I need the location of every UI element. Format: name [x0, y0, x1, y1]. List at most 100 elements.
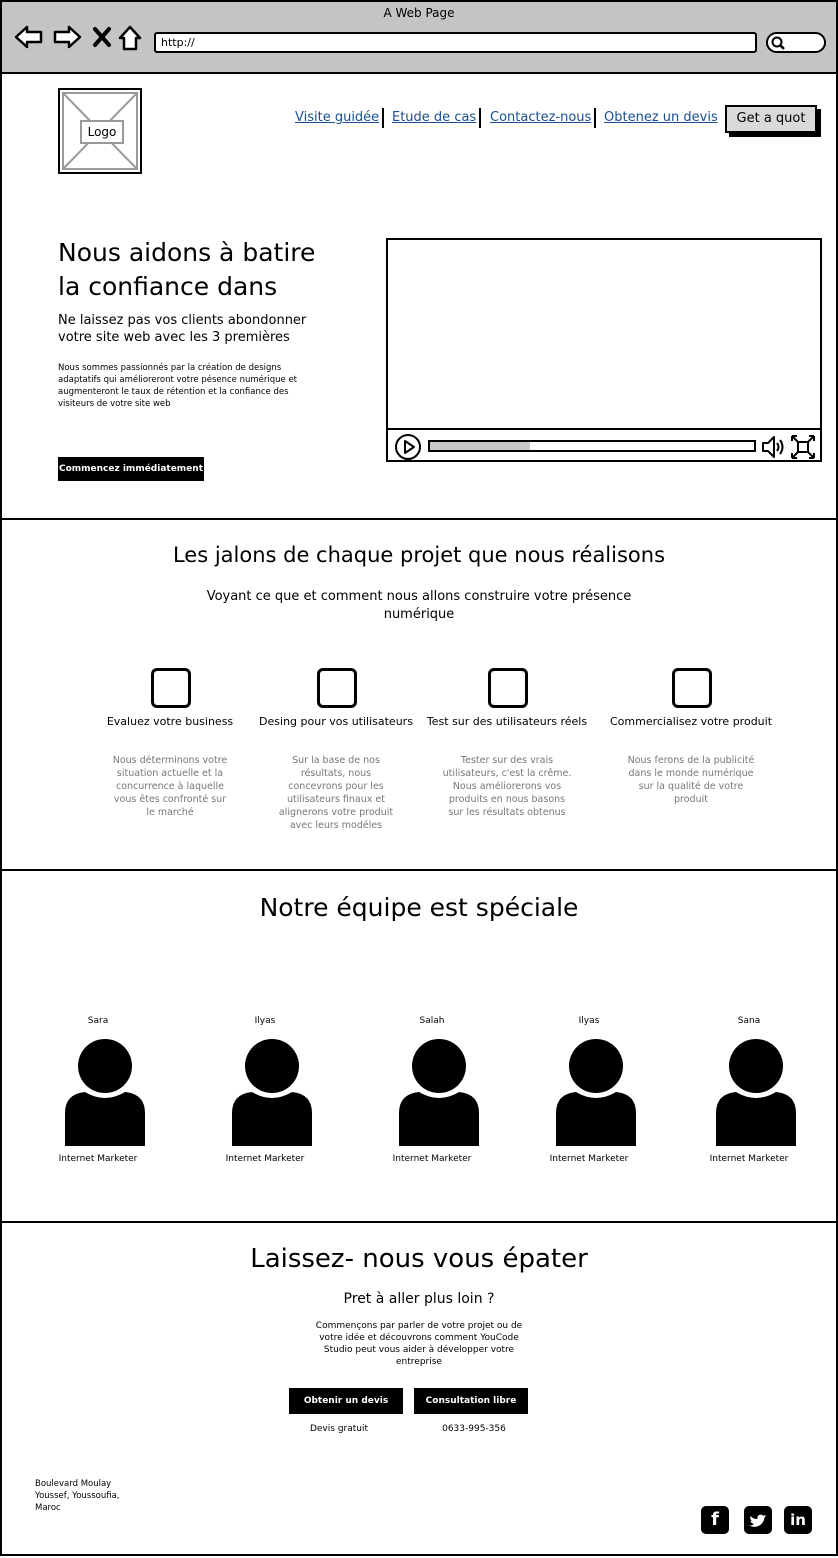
video-controls [388, 428, 820, 462]
team-member-name: Ilyas [254, 1016, 276, 1026]
free-quote-note: Devis gratuit [309, 1424, 369, 1434]
milestone-description-line: concurrence à laquelle [115, 781, 224, 792]
hero-description-line: adaptatifs qui amélioreront votre pésenc… [58, 375, 298, 385]
milestone-description-line: utilisateurs finaux et [287, 794, 385, 805]
milestone-checkbox[interactable] [151, 668, 191, 708]
milestone-description-line: vous êtes confronté sur [113, 794, 227, 805]
footer-address-line: Boulevard Moulay [35, 1479, 112, 1489]
forward-arrow-icon[interactable] [52, 24, 82, 55]
free-consultation-button[interactable]: Consultation libre [414, 1388, 528, 1414]
cta-description-line: Studio peut vous aider à développer votr… [323, 1345, 515, 1355]
user-avatar-icon [703, 1038, 809, 1152]
team-member-role: Internet Marketer [225, 1154, 305, 1164]
logo[interactable]: Logo [58, 88, 142, 174]
milestone-checkbox[interactable] [488, 668, 528, 708]
footer-address-line: Youssef, Youssoufia, [35, 1491, 120, 1501]
milestone-description-line: avec leurs modéles [289, 820, 383, 831]
play-icon[interactable] [394, 433, 422, 465]
team-title: Notre équipe est spéciale [259, 893, 579, 922]
milestone-description-line: sur la qualité de votre [638, 781, 744, 792]
milestone-title: Desing pour vos utilisateurs [259, 715, 413, 728]
hero-subtitle-line: Ne laissez pas vos clients abondonner [58, 313, 307, 328]
milestones-title: Les jalons de chaque projet que nous réa… [172, 543, 666, 567]
section-divider [0, 869, 838, 871]
team-member: Ilyas Internet Marketer [529, 1016, 649, 1164]
team-member: Sana Internet Marketer [689, 1016, 809, 1164]
cta-description-line: votre idée et découvrons comment YouCode [319, 1333, 519, 1343]
hero-title-line: la confiance dans [58, 272, 278, 301]
video-progress-fill [430, 442, 531, 450]
milestone-description-line: le marché [146, 807, 194, 818]
back-arrow-icon[interactable] [14, 24, 44, 55]
cta-description-line: entreprise [396, 1357, 442, 1367]
milestone-description-line: sur les résultats obtenus [448, 807, 566, 818]
milestones-subtitle-line: numérique [383, 607, 455, 622]
milestones-subtitle: Voyant ce que et comment nous allons con… [0, 588, 838, 624]
facebook-icon[interactable]: f [701, 1506, 729, 1534]
user-avatar-icon [386, 1038, 492, 1152]
url-input[interactable]: http:// [154, 32, 757, 53]
section-divider [0, 1221, 838, 1223]
team-member: Salah Internet Marketer [372, 1016, 492, 1164]
milestone-description-line: Nous déterminons votre [112, 755, 228, 766]
footer-address-line: Maroc [35, 1503, 61, 1513]
team-member-name: Sara [87, 1016, 109, 1026]
section-divider [0, 518, 838, 520]
nav-link-contactez-nous[interactable]: Contactez-nous [490, 110, 591, 125]
twitter-icon[interactable] [744, 1506, 772, 1534]
team-member-role: Internet Marketer [392, 1154, 472, 1164]
hero-description: Nous sommes passionnés par la création d… [58, 362, 328, 410]
milestone-checkbox[interactable] [317, 668, 357, 708]
user-avatar-icon [219, 1038, 325, 1152]
get-quote-button[interactable]: Obtenir un devis [289, 1388, 403, 1414]
hero-description-line: visiteurs de votre site web [58, 399, 171, 409]
hero-title: Nous aidons à batire la confiance dans [58, 236, 358, 304]
milestone-checkbox[interactable] [672, 668, 712, 708]
hero-title-line: Nous aidons à batire [58, 238, 316, 267]
video-player[interactable] [386, 238, 822, 462]
milestone-description-line: produit [674, 794, 708, 805]
hero-description-line: Nous sommes passionnés par la création d… [58, 363, 282, 373]
linkedin-icon[interactable]: in [784, 1506, 812, 1534]
milestone-description: Nous ferons de la publicité dans le mond… [606, 754, 776, 806]
team-member-name: Ilyas [578, 1016, 600, 1026]
volume-icon[interactable] [760, 434, 786, 464]
team-member-role: Internet Marketer [58, 1154, 138, 1164]
team-member-role: Internet Marketer [709, 1154, 789, 1164]
milestone-title: Commercialisez votre produit [609, 715, 773, 728]
hero-description-line: augmenteront le taux de rétention et la … [58, 387, 289, 397]
milestone-title: Test sur des utilisateurs réels [426, 715, 588, 728]
nav-separator [382, 108, 384, 128]
nav-link-visite-guidee[interactable]: Visite guidée [295, 110, 379, 125]
milestone-description-line: Sur la base de nos [292, 755, 380, 766]
hero-subtitle: Ne laissez pas vos clients abondonner vo… [58, 312, 338, 346]
nav-link-obtenez-un-devis[interactable]: Obtenez un devis [604, 110, 718, 125]
video-progress-bar[interactable] [428, 440, 756, 452]
hero-subtitle-line: votre site web avec les 3 premières [58, 330, 290, 345]
logo-label: Logo [80, 120, 124, 144]
nav-link-etude-de-cas[interactable]: Etude de cas [392, 110, 476, 125]
user-avatar-icon [52, 1038, 158, 1152]
milestone-description-line: Nous améliorerons vos [452, 781, 562, 792]
team-member-role: Internet Marketer [549, 1154, 629, 1164]
phone-number: 0633-995-356 [442, 1424, 506, 1434]
stop-icon[interactable] [92, 24, 112, 55]
milestone-description-line: concevrons pour les [288, 781, 384, 792]
window-title: A Web Page [383, 6, 455, 20]
fullscreen-icon[interactable] [790, 434, 816, 464]
milestone-description-line: utilisateurs, c'est la crême. [442, 768, 572, 779]
browser-search-box[interactable] [766, 32, 826, 53]
user-avatar-icon [543, 1038, 649, 1152]
get-a-quote-button[interactable]: Get a quot [725, 105, 817, 133]
home-icon[interactable] [118, 24, 142, 57]
milestone-description-line: situation actuelle et la [116, 768, 224, 779]
start-now-button[interactable]: Commencez immédiatement [58, 457, 204, 481]
milestone-description-line: résultats, nous [300, 768, 372, 779]
milestone-title: Evaluez votre business [106, 715, 234, 728]
nav-separator [479, 108, 481, 128]
milestone-description: Tester sur des vrais utilisateurs, c'est… [422, 754, 592, 819]
footer-address: Boulevard Moulay Youssef, Youssoufia, Ma… [35, 1478, 175, 1514]
milestone-description-line: dans le monde numérique [628, 768, 754, 779]
milestone-description-line: produits en nous basons [448, 794, 566, 805]
milestone-description-line: Tester sur des vrais [460, 755, 554, 766]
